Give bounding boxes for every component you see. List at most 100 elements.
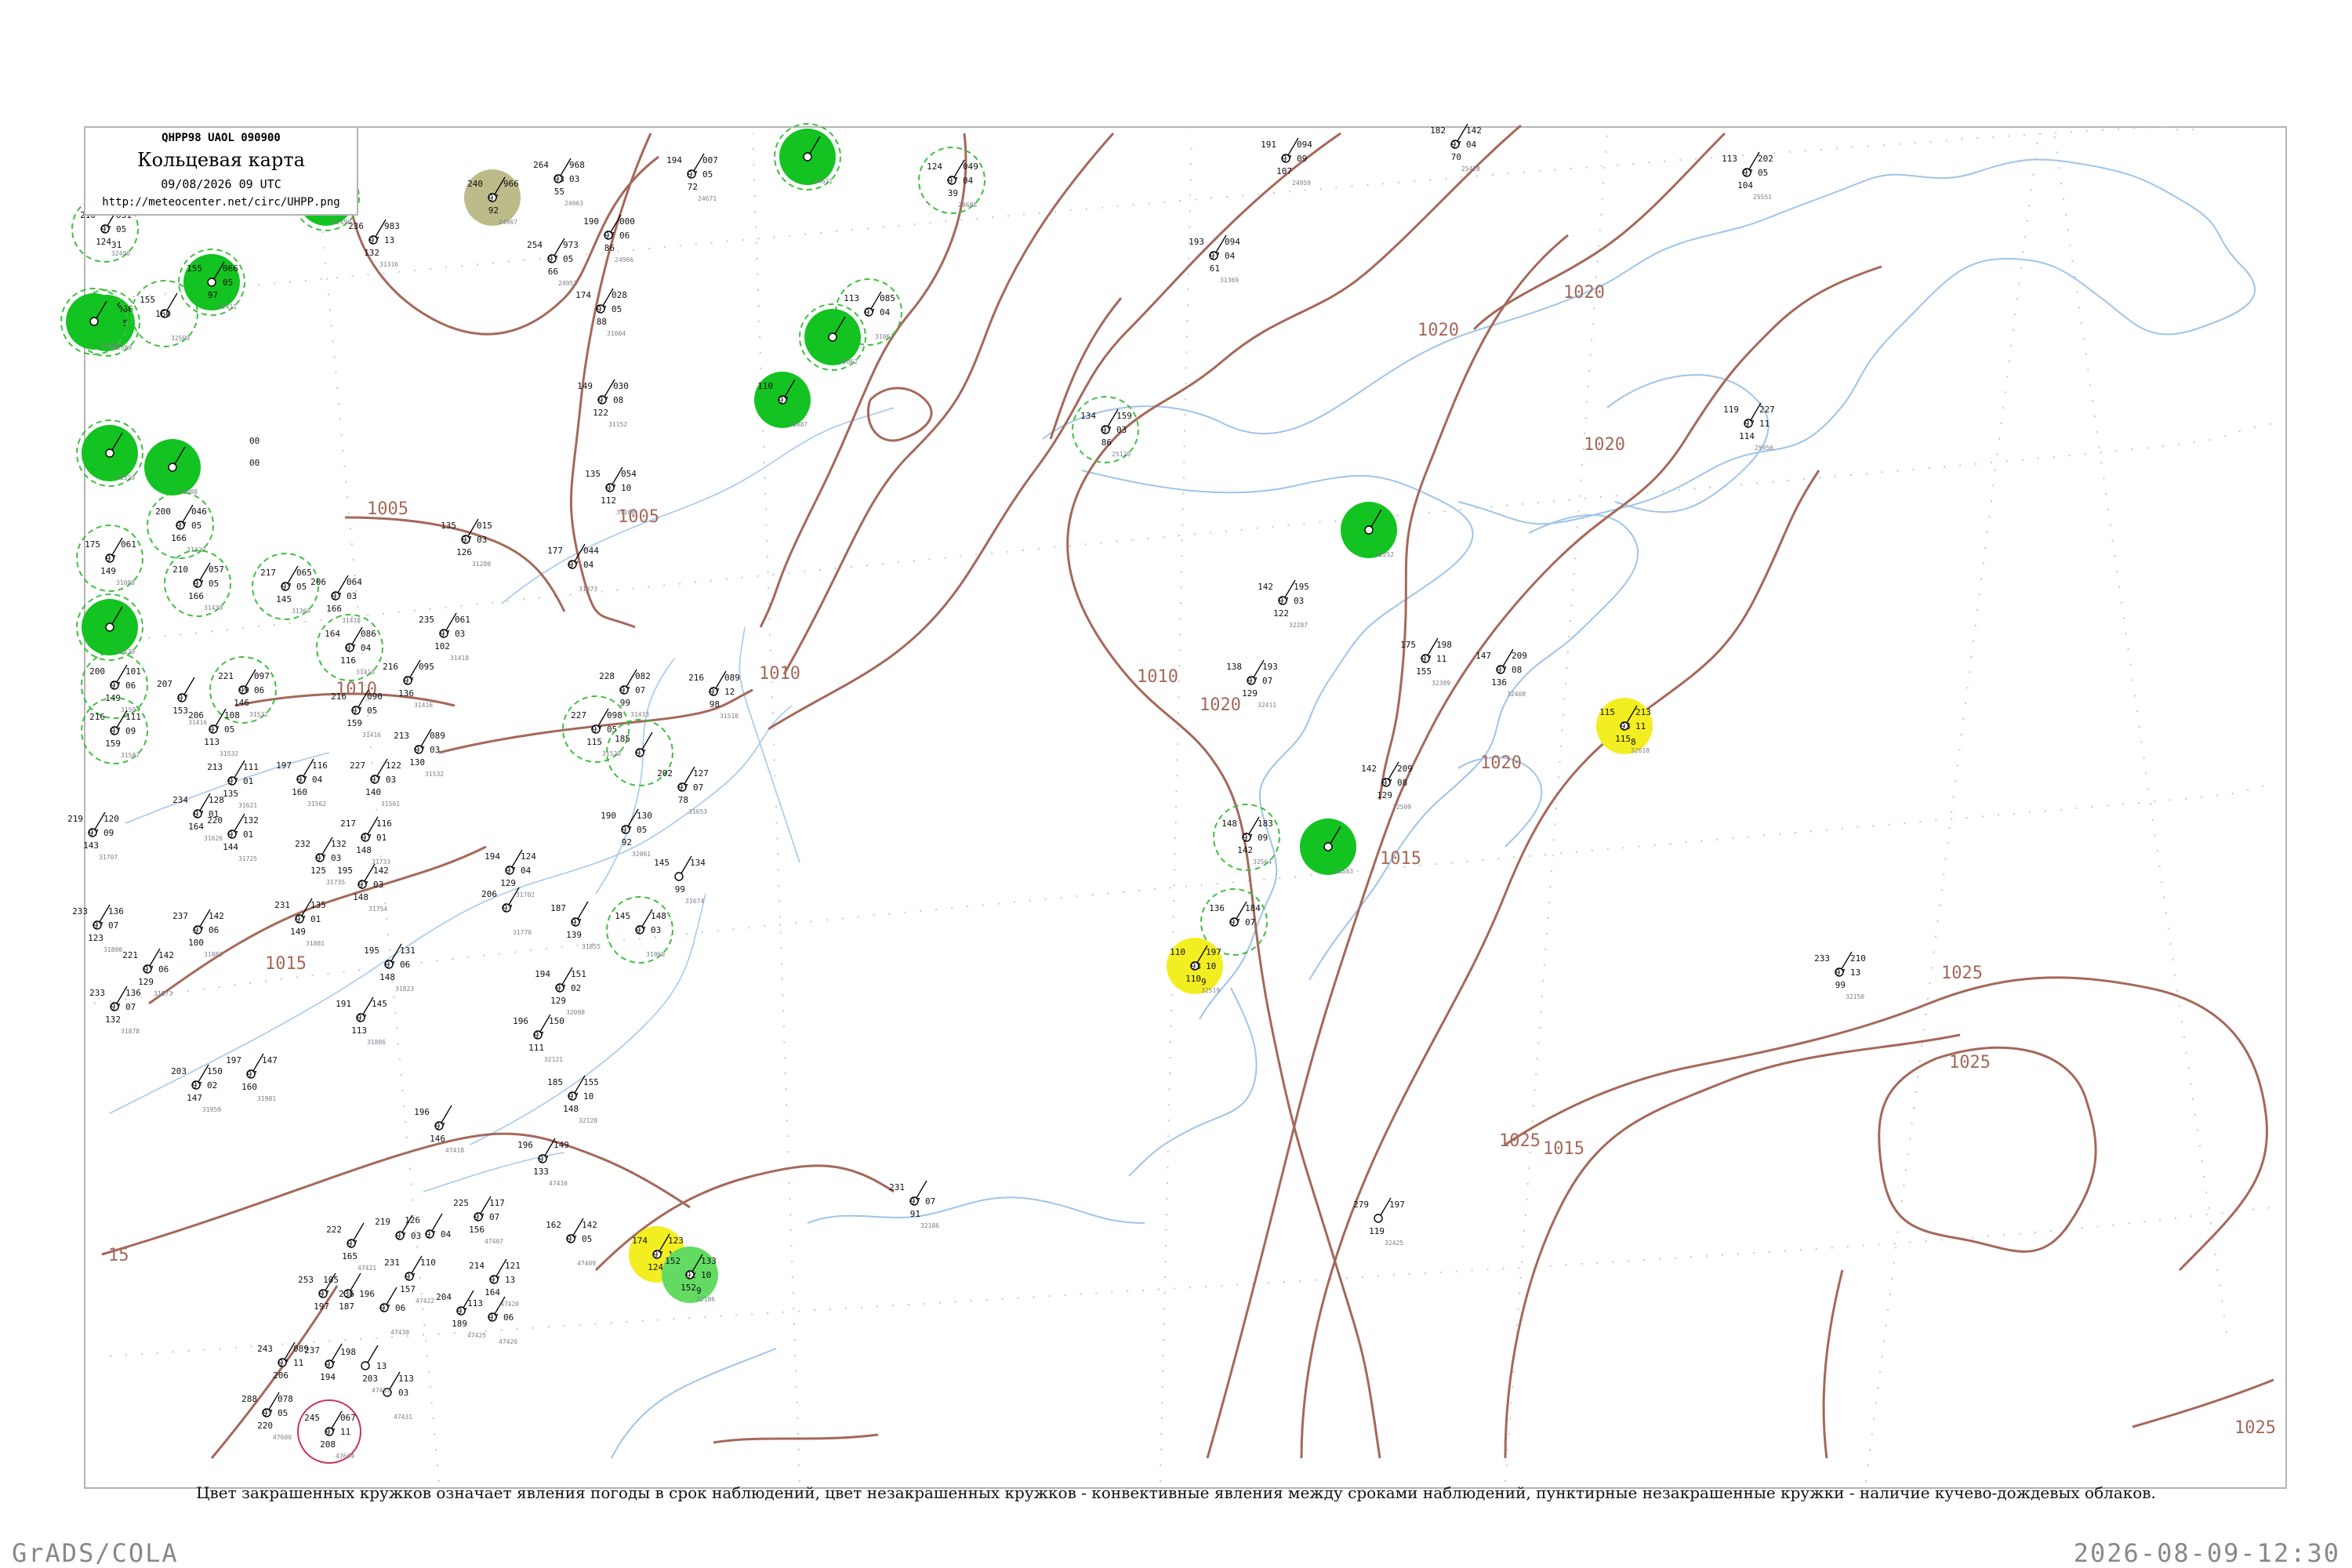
station-dew: 78: [678, 795, 688, 805]
station-extra: 97: [369, 235, 379, 245]
station-extra: 97: [598, 395, 608, 405]
station-index: 31587: [121, 752, 140, 759]
station-index: 31088: [179, 488, 198, 495]
station-extra: 97: [194, 579, 204, 589]
station-31088[interactable]: 31088: [144, 439, 201, 495]
station-index: 31329: [116, 474, 135, 481]
station-pres: 130: [637, 811, 652, 821]
station-code: 31: [111, 240, 122, 250]
station-temp: 234: [172, 795, 188, 805]
station-pres: 116: [376, 818, 392, 829]
station-pres: 030: [613, 381, 629, 391]
station-extra: 97: [488, 1312, 499, 1323]
station-temp: 222: [326, 1225, 342, 1235]
cloud-cover-icon: [361, 1361, 370, 1370]
station-index: 31735: [326, 879, 345, 886]
station-dew: 135: [223, 789, 238, 799]
station-trend: 06: [395, 1303, 405, 1313]
station-dew: 107: [1276, 166, 1292, 176]
station-pres: 078: [278, 1394, 293, 1404]
station-temp: 195: [364, 946, 379, 956]
station-extra: 97: [325, 1427, 336, 1437]
station-temp: 219: [67, 814, 83, 824]
station-pres: 120: [103, 814, 119, 824]
station-temp: 231: [889, 1182, 905, 1192]
station-extra: 97: [678, 782, 688, 793]
station-trend: 05: [702, 169, 713, 180]
station-temp: 213: [394, 731, 409, 741]
station-32583[interactable]: 32583: [1300, 818, 1356, 875]
station-32186[interactable]: 152 13392 10152 932186: [662, 1247, 718, 1303]
station-dew: 146: [430, 1134, 445, 1144]
station-pres: 095: [419, 662, 434, 672]
legend-url: http://meteocenter.net/circ/UHPP.png: [102, 196, 339, 209]
station-dew: 164: [188, 822, 204, 832]
station-pres: 064: [347, 577, 362, 587]
cloud-cover-icon: [803, 152, 812, 162]
station-temp: 196: [359, 1289, 375, 1299]
station-index: 24959: [1292, 180, 1311, 187]
station-temp: 240: [467, 179, 483, 189]
station-trend: 05: [224, 724, 234, 735]
station-index: 31088: [116, 579, 135, 586]
station-pres: 121: [505, 1261, 521, 1271]
station-extra: 97: [385, 960, 395, 970]
station-dew: 208: [320, 1439, 336, 1450]
station-trend: 04: [441, 1229, 452, 1240]
station-31088[interactable]: 31088: [60, 288, 128, 355]
station-extra: 97: [178, 693, 188, 703]
station-extra: 97: [948, 176, 958, 186]
isobar-label-1020: 1020: [1584, 435, 1625, 455]
station-dew: 113: [204, 737, 220, 747]
station-index: 31369: [1220, 277, 1239, 284]
station-extra: 97: [1102, 425, 1112, 435]
station-trend: 03: [455, 629, 465, 639]
station-temp: 187: [550, 903, 566, 913]
station-dew: 129: [550, 996, 566, 1006]
station-temp: 233: [72, 906, 88, 916]
station-trend: 05: [582, 1234, 592, 1244]
station-pres: 117: [489, 1198, 505, 1208]
station-pres: 113: [398, 1374, 414, 1384]
station-temp: 245: [304, 1413, 320, 1423]
station-extra: 97: [620, 685, 630, 695]
station-dew: 61: [1210, 263, 1220, 274]
station-extra: 97: [462, 535, 472, 545]
station-temp: 152: [665, 1256, 681, 1266]
station-temp: 231: [274, 900, 290, 910]
station-dew: 159: [347, 718, 362, 728]
station-temp: 155: [187, 263, 202, 274]
station-index: 31702: [516, 891, 535, 898]
station-trend: 04: [880, 307, 891, 318]
station-index: 31418: [450, 655, 469, 662]
station-dew: 148: [353, 892, 368, 902]
station-32618[interactable]: 115 21393 11115 832618: [1596, 698, 1653, 754]
station-temp: 221: [122, 950, 138, 960]
station-temp: 221: [218, 671, 234, 681]
station-dew: 92: [488, 205, 499, 216]
station-dew: 55: [554, 187, 564, 197]
station-pres: 145: [372, 999, 387, 1009]
lone-marker-1: 00: [249, 436, 260, 446]
station-extra: 97: [361, 833, 372, 843]
station-index: 31416: [414, 702, 433, 709]
station-temp: 203: [171, 1066, 187, 1076]
station-32519[interactable]: 110 19793 10110 932519: [1167, 938, 1223, 994]
station-32252[interactable]: 32252: [1341, 502, 1397, 558]
station-24967[interactable]: 240 966 97 9224967: [464, 169, 521, 226]
station-31087[interactable]: 110 97 31087: [754, 372, 811, 428]
station-temp: 135: [441, 521, 456, 531]
station-pres: 086: [361, 629, 376, 639]
station-trend: 06: [503, 1312, 514, 1323]
station-index: 31087: [789, 421, 808, 428]
station-index: 32519: [1201, 987, 1220, 994]
station-pres: 000: [619, 216, 635, 227]
station-pres: 116: [312, 760, 328, 771]
station-extra: 97: [325, 1359, 336, 1370]
station-pres: 133: [701, 1256, 717, 1266]
station-index: 31881: [306, 940, 325, 947]
station-pres: 135: [310, 900, 326, 910]
station-temp: 206: [481, 889, 497, 899]
station-index: 31653: [688, 808, 707, 815]
station-dew: 149: [290, 927, 306, 937]
